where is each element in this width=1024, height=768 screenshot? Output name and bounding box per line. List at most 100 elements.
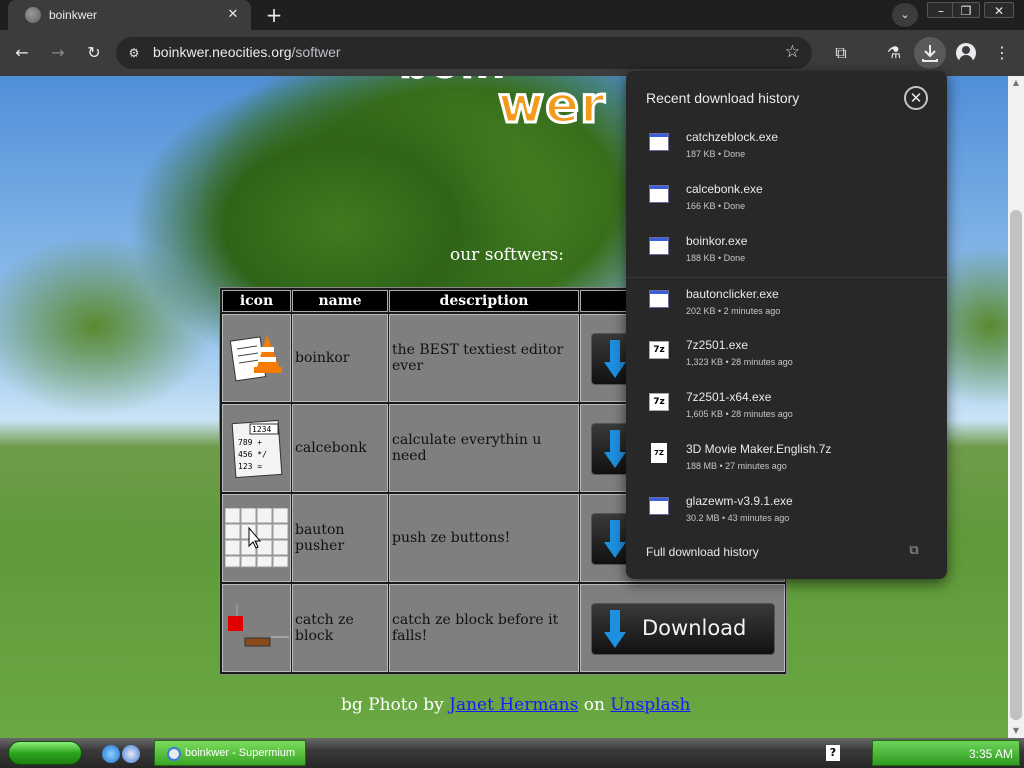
header-name: name xyxy=(292,290,388,312)
ie-quicklaunch-icon[interactable] xyxy=(102,745,120,763)
full-download-history-link[interactable]: Full download history xyxy=(646,545,759,559)
download-item-meta: 30.2 MB • 43 minutes ago xyxy=(686,513,790,523)
browser-tab[interactable]: boinkwer ✕ xyxy=(8,0,251,30)
download-item-name: calcebonk.exe xyxy=(686,182,763,196)
clock[interactable]: 3:35 AM xyxy=(969,747,1013,761)
download-item-name: catchzeblock.exe xyxy=(686,130,779,144)
close-tab-icon[interactable]: ✕ xyxy=(225,7,241,23)
profile-avatar[interactable] xyxy=(956,43,976,63)
download-item[interactable]: 7Z 3D Movie Maker.English.7z 188 MB • 27… xyxy=(626,433,947,485)
svg-text:123 =: 123 = xyxy=(238,462,262,471)
download-item-name: 7z2501-x64.exe xyxy=(686,390,772,404)
new-tab-button[interactable]: + xyxy=(262,4,286,26)
download-item-name: 3D Movie Maker.English.7z xyxy=(686,442,832,456)
download-item-name: 7z2501.exe xyxy=(686,338,749,352)
table-row-description: push ze buttons! xyxy=(389,494,579,582)
photo-credit: bg Photo by Janet Hermans on Unsplash xyxy=(341,695,690,715)
start-button[interactable] xyxy=(8,741,82,765)
table-row-icon xyxy=(222,314,291,402)
url-host: boinkwer.neocities.org xyxy=(153,44,292,60)
address-bar[interactable]: ⚙ boinkwer.neocities.org/softwer ☆ xyxy=(116,37,812,69)
supermium-icon xyxy=(167,747,181,761)
section-subtitle: our softwers: xyxy=(450,245,564,265)
table-row-name: boinkor xyxy=(292,314,388,402)
url-path: /softwer xyxy=(291,44,341,60)
7z-document-icon: 7Z xyxy=(651,443,667,463)
table-row-download-cell: Download xyxy=(580,584,785,672)
labs-flask-icon[interactable]: ⚗ xyxy=(882,41,906,65)
scroll-up-arrow[interactable]: ▲ xyxy=(1008,76,1024,90)
download-item-meta: 188 KB • Done xyxy=(686,253,746,263)
download-item-meta: 187 KB • Done xyxy=(686,149,746,159)
taskbar-item-browser[interactable]: boinkwer - Supermium xyxy=(154,740,306,766)
scroll-down-arrow[interactable]: ▼ xyxy=(1008,724,1024,738)
credit-author-link[interactable]: Janet Hermans xyxy=(449,695,578,715)
7z-archive-icon: 7z xyxy=(649,393,669,411)
svg-text:1234: 1234 xyxy=(252,425,271,434)
close-window-button[interactable]: ✕ xyxy=(984,2,1014,18)
help-tray-icon[interactable]: ? xyxy=(826,745,840,761)
site-logo: wer xyxy=(497,76,607,136)
logo-top-fragment: boin xyxy=(398,76,506,86)
restore-button[interactable]: ❐ xyxy=(952,2,980,18)
forward-icon[interactable]: → xyxy=(46,41,70,65)
exe-file-icon xyxy=(649,290,669,308)
exe-file-icon xyxy=(649,185,669,203)
download-item[interactable]: calcebonk.exe 166 KB • Done xyxy=(626,173,947,225)
7z-archive-icon: 7z xyxy=(649,341,669,359)
menu-kebab-icon[interactable]: ⋮ xyxy=(990,41,1014,65)
download-item[interactable]: catchzeblock.exe 187 KB • Done xyxy=(626,121,947,173)
table-row-description: calculate everythin u need xyxy=(389,404,579,492)
download-item-name: bautonclicker.exe xyxy=(686,287,779,301)
download-label: Download xyxy=(642,616,747,640)
minimize-button[interactable]: – xyxy=(927,2,955,18)
browser-quicklaunch-icon[interactable] xyxy=(122,745,140,763)
table-row-icon xyxy=(222,584,291,672)
download-item[interactable]: bautonclicker.exe 202 KB • 2 minutes ago xyxy=(626,277,947,329)
url-text[interactable]: boinkwer.neocities.org/softwer xyxy=(153,44,341,60)
download-item-meta: 1,323 KB • 28 minutes ago xyxy=(686,357,793,367)
close-icon[interactable]: ✕ xyxy=(904,86,928,110)
notepad-cone-icon xyxy=(229,335,282,382)
exe-file-icon xyxy=(649,133,669,151)
download-item-meta: 188 MB • 27 minutes ago xyxy=(686,461,787,471)
block-game-icon xyxy=(227,604,289,647)
download-history-panel: Recent download history ✕ catchzeblock.e… xyxy=(626,71,947,579)
credit-site-link[interactable]: Unsplash xyxy=(610,695,690,715)
download-arrow-icon xyxy=(604,610,626,648)
download-item[interactable]: 7z 7z2501-x64.exe 1,605 KB • 28 minutes … xyxy=(626,381,947,433)
svg-text:789 +: 789 + xyxy=(238,438,262,447)
calculator-icon: 1234 789 + 456 */ 123 = xyxy=(231,419,282,478)
table-row-icon: 1234 789 + 456 */ 123 = xyxy=(222,404,291,492)
table-row-icon xyxy=(222,494,291,582)
download-item[interactable]: 7z 7z2501.exe 1,323 KB • 28 minutes ago xyxy=(626,329,947,381)
download-icon xyxy=(922,45,938,62)
open-external-icon[interactable]: ⧉ xyxy=(906,543,922,559)
download-item-name: boinkor.exe xyxy=(686,234,748,248)
download-item[interactable]: boinkor.exe 188 KB • Done xyxy=(626,225,947,277)
credit-prefix: bg Photo by xyxy=(341,695,444,715)
download-arrow-icon xyxy=(604,430,626,468)
download-item[interactable]: glazewm-v3.9.1.exe 30.2 MB • 43 minutes … xyxy=(626,485,947,537)
extensions-icon[interactable]: ⧉ xyxy=(829,41,853,65)
reload-icon[interactable]: ↻ xyxy=(82,41,106,65)
header-icon: icon xyxy=(222,290,291,312)
svg-text:456 */: 456 */ xyxy=(238,450,267,459)
tab-title: boinkwer xyxy=(49,8,98,22)
downloads-button[interactable] xyxy=(914,37,946,69)
tab-search-button[interactable]: ⌄ xyxy=(892,3,918,27)
site-info-icon[interactable]: ⚙ xyxy=(126,45,142,61)
header-description: description xyxy=(389,290,579,312)
tab-strip: boinkwer ✕ + ⌄ – ❐ ✕ xyxy=(0,0,1024,30)
table-row-name: catch ze block xyxy=(292,584,388,672)
globe-icon xyxy=(25,7,41,23)
table-row-description: catch ze block before it falls! xyxy=(389,584,579,672)
download-button[interactable]: Download xyxy=(591,603,775,655)
credit-middle: on xyxy=(583,695,605,715)
scrollbar-thumb[interactable] xyxy=(1010,210,1022,720)
bookmark-star-icon[interactable]: ☆ xyxy=(785,42,800,62)
download-item-meta: 1,605 KB • 28 minutes ago xyxy=(686,409,793,419)
download-arrow-icon xyxy=(604,340,626,378)
download-panel-title: Recent download history xyxy=(646,90,800,106)
back-icon[interactable]: ← xyxy=(10,41,34,65)
